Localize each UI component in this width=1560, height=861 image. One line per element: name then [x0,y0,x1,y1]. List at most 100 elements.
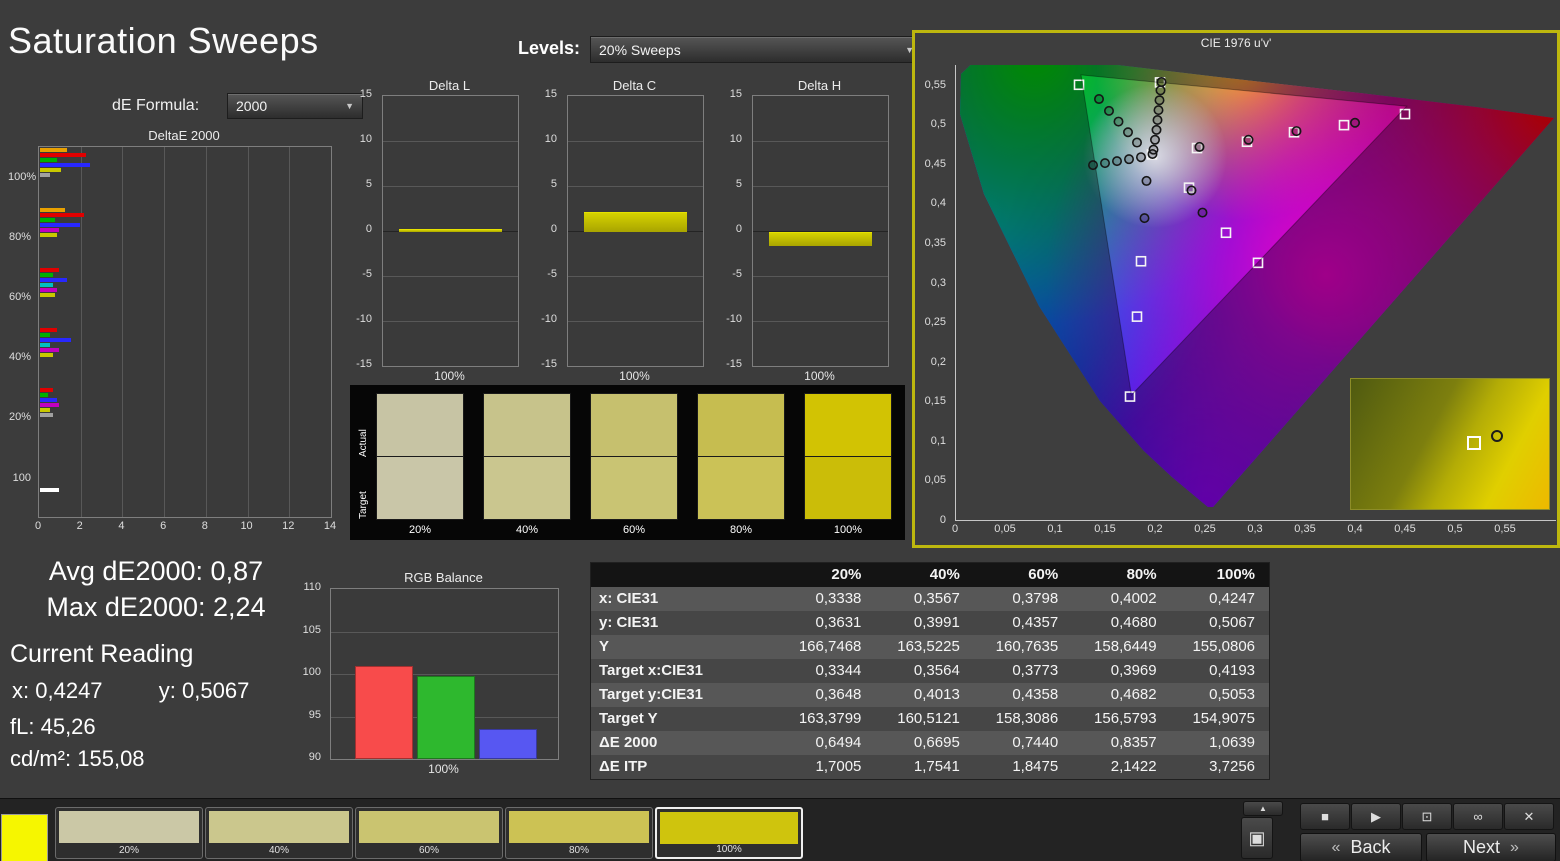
table-cell: 0,3567 [913,590,960,607]
sample-tile-40%[interactable]: 40% [205,807,353,859]
y-tick-label: 0,5 [930,118,946,131]
table-body: x: CIE31 0,3338 0,3567 0,3798 0,4002 0,4247 y:… [591,587,1269,779]
table-cell: 0,7440 [1012,734,1059,751]
sample-tile-label: 40% [268,845,289,856]
x-tick-label: 0,05 [994,523,1016,535]
table-cell: 0,3344 [815,662,862,679]
x-tick-label: 0 [951,523,959,535]
x-tick-label: 8 [201,520,208,532]
table-row-label: Target x:CIE31 [599,662,703,679]
table-cell: 1,8475 [1012,758,1059,775]
swatch-label: 60% [622,524,646,536]
de-bar [40,393,49,397]
fl-value: 45,26 [40,714,96,739]
inset-measurement-marker [1490,430,1503,443]
measure-button[interactable]: ⊡ [1402,803,1452,830]
table-cell: 0,3969 [1110,662,1157,679]
de-bar [40,268,59,272]
stop-button[interactable]: ■ [1300,803,1350,830]
y-tick-label: -10 [541,313,557,325]
current-color-sample[interactable] [1,814,48,861]
sample-tile-label: 60% [418,845,439,856]
y-tick-label: -10 [726,313,742,325]
de-bar [40,353,53,357]
y-tick-label: 100 [302,666,321,678]
de-bar [40,343,51,347]
measure-controls: ■ ▶ ⊡ ∞ ✕ [1300,803,1556,830]
sample-swatch [509,811,649,843]
next-button[interactable]: Next » [1426,833,1556,861]
measurement-point [1150,134,1161,145]
table-row: Target Y 163,3799 160,5121 158,3086 156,5793… [591,707,1269,731]
y-tick-label: -15 [541,358,557,370]
close-button[interactable]: ✕ [1504,803,1554,830]
levels-dropdown[interactable]: 20% Sweeps ▼ [590,36,923,63]
swatch-target [590,457,678,520]
expand-panel-button[interactable]: ▲ [1243,801,1283,816]
table-column-header: 20% [831,566,862,583]
play-button[interactable]: ▶ [1351,803,1401,830]
de-bar [40,158,57,162]
sample-tile-20%[interactable]: 20% [55,807,203,859]
x-value: 0,4247 [35,678,103,703]
avg-de2000-label: Avg dE2000: [48,556,204,586]
table-row-label: Target Y [599,710,658,727]
sample-tile-60%[interactable]: 60% [355,807,503,859]
measurement-table: 20% 40% 60% 80% 100% x: CIE31 0,3338 0,3567 0,3… [590,562,1270,780]
de-bar [40,173,51,177]
y-tick-label: 5 [550,178,557,190]
table-cell: 1,7005 [815,758,862,775]
table-cell: 154,9075 [1192,710,1256,727]
current-reading-title: Current Reading [10,640,194,668]
table-row: y: CIE31 0,3631 0,3991 0,4357 0,4680 0,5067 [591,611,1269,635]
gridline [753,276,888,277]
measurement-point [1194,141,1205,152]
delta-l-plot-area [382,95,519,367]
swatch-target [376,457,464,520]
continuous-button[interactable]: ∞ [1453,803,1503,830]
sample-tile-label: 20% [118,845,139,856]
de-formula-dropdown[interactable]: 2000 ▼ [227,93,363,119]
de-bar [40,233,57,237]
table-row: Y 166,7468 163,5225 160,7635 158,6449 155,080… [591,635,1269,659]
de-bar [40,348,59,352]
rgb-bar-red [355,666,413,759]
max-de2000-value: 2,24 [213,592,266,622]
back-button[interactable]: « Back [1300,833,1422,861]
y-tick-label: 105 [302,623,321,636]
chart-title: Delta L [428,78,471,93]
play-icon: ▶ [1371,808,1381,824]
de-bar [40,283,53,287]
measurement-point [1132,137,1143,148]
back-button-label: Back [1350,837,1391,857]
table-row-label: y: CIE31 [599,614,659,631]
table-cell: 158,3086 [995,710,1059,727]
bottom-toolbar: 20% 40% 60% 80% 100% ▲ ▣ ■ ▶ ⊡ ∞ ✕ « Back Next » [0,798,1560,861]
delta-l-chart: Delta L 15 10 5 0 -5 -10 -15 100% [347,78,519,383]
y-tick-label: 60% [8,291,31,303]
de-bar [40,413,53,417]
de-bar [40,338,72,342]
double-chevron-left-icon: « [1331,838,1341,856]
delta-c-y-axis: 15 10 5 0 -5 -10 -15 [532,88,563,370]
table-column-header: 60% [1028,566,1059,583]
deltae-x-axis: 0 2 4 6 8 10 12 14 [35,520,336,534]
current-xy-readout: x: 0,4247 y: 0,5067 [12,678,249,704]
sample-tile-80%[interactable]: 80% [505,807,653,859]
sample-tile-100%[interactable]: 100% [655,807,803,859]
table-header-corner [591,563,777,587]
swatch-label: 80% [729,524,753,536]
rgb-bar-blue [479,729,537,759]
table-cell: 1,0639 [1209,734,1256,751]
levels-selected-value: 20% Sweeps [599,41,681,58]
chart-title: RGB Balance [404,570,483,585]
table-cell: 0,4247 [1209,590,1256,607]
x-tick-label: 0,15 [1094,523,1116,535]
de-bar [40,408,51,412]
sample-view-toggle-button[interactable]: ▣ [1241,817,1273,859]
table-row: ΔE 2000 0,6494 0,6695 0,7440 0,8357 1,0639 [591,731,1269,755]
max-de2000-readout: Max dE2000: 2,24 [0,592,312,623]
de-bar [40,213,84,217]
table-row-label: x: CIE31 [599,590,659,607]
de-bar [40,333,51,337]
